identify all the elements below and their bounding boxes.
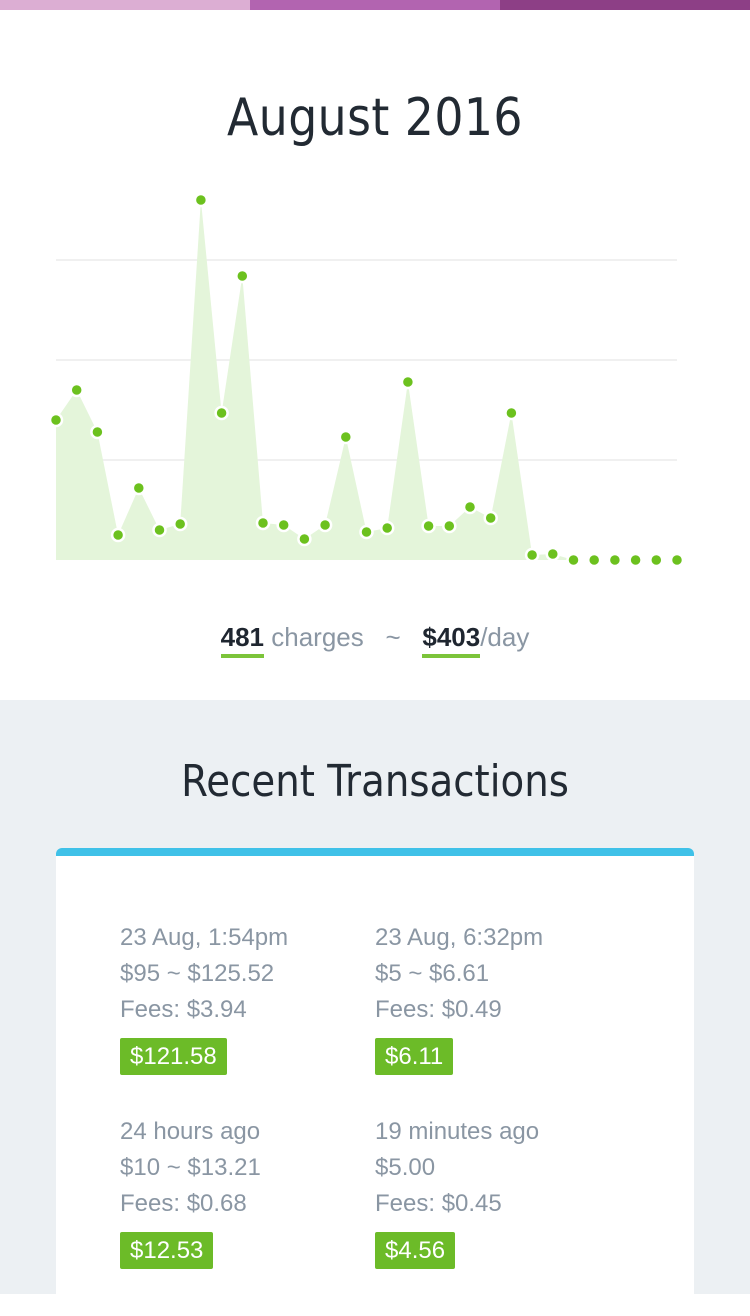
transaction-fees: Fees: $0.49: [375, 996, 502, 1023]
chart-point[interactable]: [255, 515, 271, 531]
stats-separator: ~: [385, 622, 401, 652]
transaction-item[interactable]: 24 hours ago $10 ~ $13.21 Fees: $0.68 $1…: [120, 1114, 360, 1269]
chart-point[interactable]: [193, 192, 209, 208]
per-day-value: $403: [422, 622, 481, 658]
chart-point[interactable]: [400, 374, 416, 390]
chart-point[interactable]: [235, 268, 250, 284]
transactions-section: Recent Transactions 23 Aug, 1:54pm $95 ~…: [0, 700, 750, 1316]
chart-point[interactable]: [628, 552, 643, 568]
chart-point[interactable]: [442, 518, 457, 534]
chart-point[interactable]: [524, 547, 540, 563]
stats-summary: 481 charges ~ $403/day: [0, 622, 750, 658]
top-bar-segment-1: [0, 0, 250, 10]
chart-point[interactable]: [110, 527, 126, 543]
chart-point[interactable]: [214, 405, 229, 421]
top-bar-segment-2: [250, 0, 500, 10]
chart-point[interactable]: [669, 552, 685, 568]
transactions-card: 23 Aug, 1:54pm $95 ~ $125.52 Fees: $3.94…: [56, 848, 694, 1316]
chart-point[interactable]: [338, 429, 354, 445]
chart-point[interactable]: [586, 552, 602, 568]
transaction-amount: $10 ~ $13.21: [120, 1154, 261, 1181]
chart-point[interactable]: [504, 405, 519, 421]
chart-point[interactable]: [276, 517, 291, 533]
transaction-fees: Fees: $0.68: [120, 1190, 247, 1217]
transaction-time: 24 hours ago: [120, 1118, 261, 1145]
transaction-net-badge: $4.56: [375, 1232, 456, 1269]
chart-point[interactable]: [152, 522, 167, 538]
chart-point[interactable]: [69, 382, 84, 398]
transaction-item[interactable]: 23 Aug, 1:54pm $95 ~ $125.52 Fees: $3.94…: [120, 920, 360, 1075]
chart-area: [56, 200, 677, 560]
transaction-fees: Fees: $3.94: [120, 996, 247, 1023]
chart-point[interactable]: [462, 499, 478, 515]
transaction-net-badge: $6.11: [375, 1038, 454, 1075]
chart-point[interactable]: [649, 552, 664, 568]
transaction-amount: $95 ~ $125.52: [120, 960, 275, 987]
transaction-time: 19 minutes ago: [375, 1118, 540, 1145]
chart-point[interactable]: [607, 552, 623, 568]
charges-count: 481: [220, 622, 265, 658]
chart-point[interactable]: [131, 480, 147, 496]
transaction-net-badge: $121.58: [120, 1038, 227, 1075]
transaction-item[interactable]: 19 minutes ago $5.00 Fees: $0.45 $4.56: [375, 1114, 615, 1269]
transaction-item[interactable]: 23 Aug, 6:32pm $5 ~ $6.61 Fees: $0.49 $6…: [375, 920, 615, 1075]
transaction-fees: Fees: $0.45: [375, 1190, 502, 1217]
transaction-amount: $5 ~ $6.61: [375, 960, 490, 987]
top-color-bar: [0, 0, 750, 10]
top-bar-segment-3: [500, 0, 750, 10]
transaction-net-badge: $12.53: [120, 1232, 214, 1269]
per-day-suffix: /day: [480, 622, 530, 652]
chart-point[interactable]: [48, 412, 64, 428]
chart-section: August 2016 481 charges ~ $403/day: [0, 10, 750, 700]
charges-chart: [48, 192, 685, 568]
chart-point[interactable]: [90, 424, 105, 440]
chart-point[interactable]: [297, 531, 312, 547]
transaction-amount: $5.00: [375, 1154, 436, 1181]
transactions-title: Recent Transactions: [181, 756, 569, 807]
chart-point[interactable]: [545, 546, 561, 562]
chart-point[interactable]: [172, 516, 188, 532]
chart-point[interactable]: [566, 552, 581, 568]
chart-point[interactable]: [379, 520, 395, 536]
chart-point[interactable]: [359, 524, 374, 540]
chart-point[interactable]: [317, 517, 333, 533]
transaction-time: 23 Aug, 6:32pm: [375, 924, 544, 951]
charges-label: charges: [271, 622, 364, 652]
transaction-time: 23 Aug, 1:54pm: [120, 924, 289, 951]
chart-point[interactable]: [421, 518, 436, 534]
chart-point[interactable]: [483, 510, 498, 526]
